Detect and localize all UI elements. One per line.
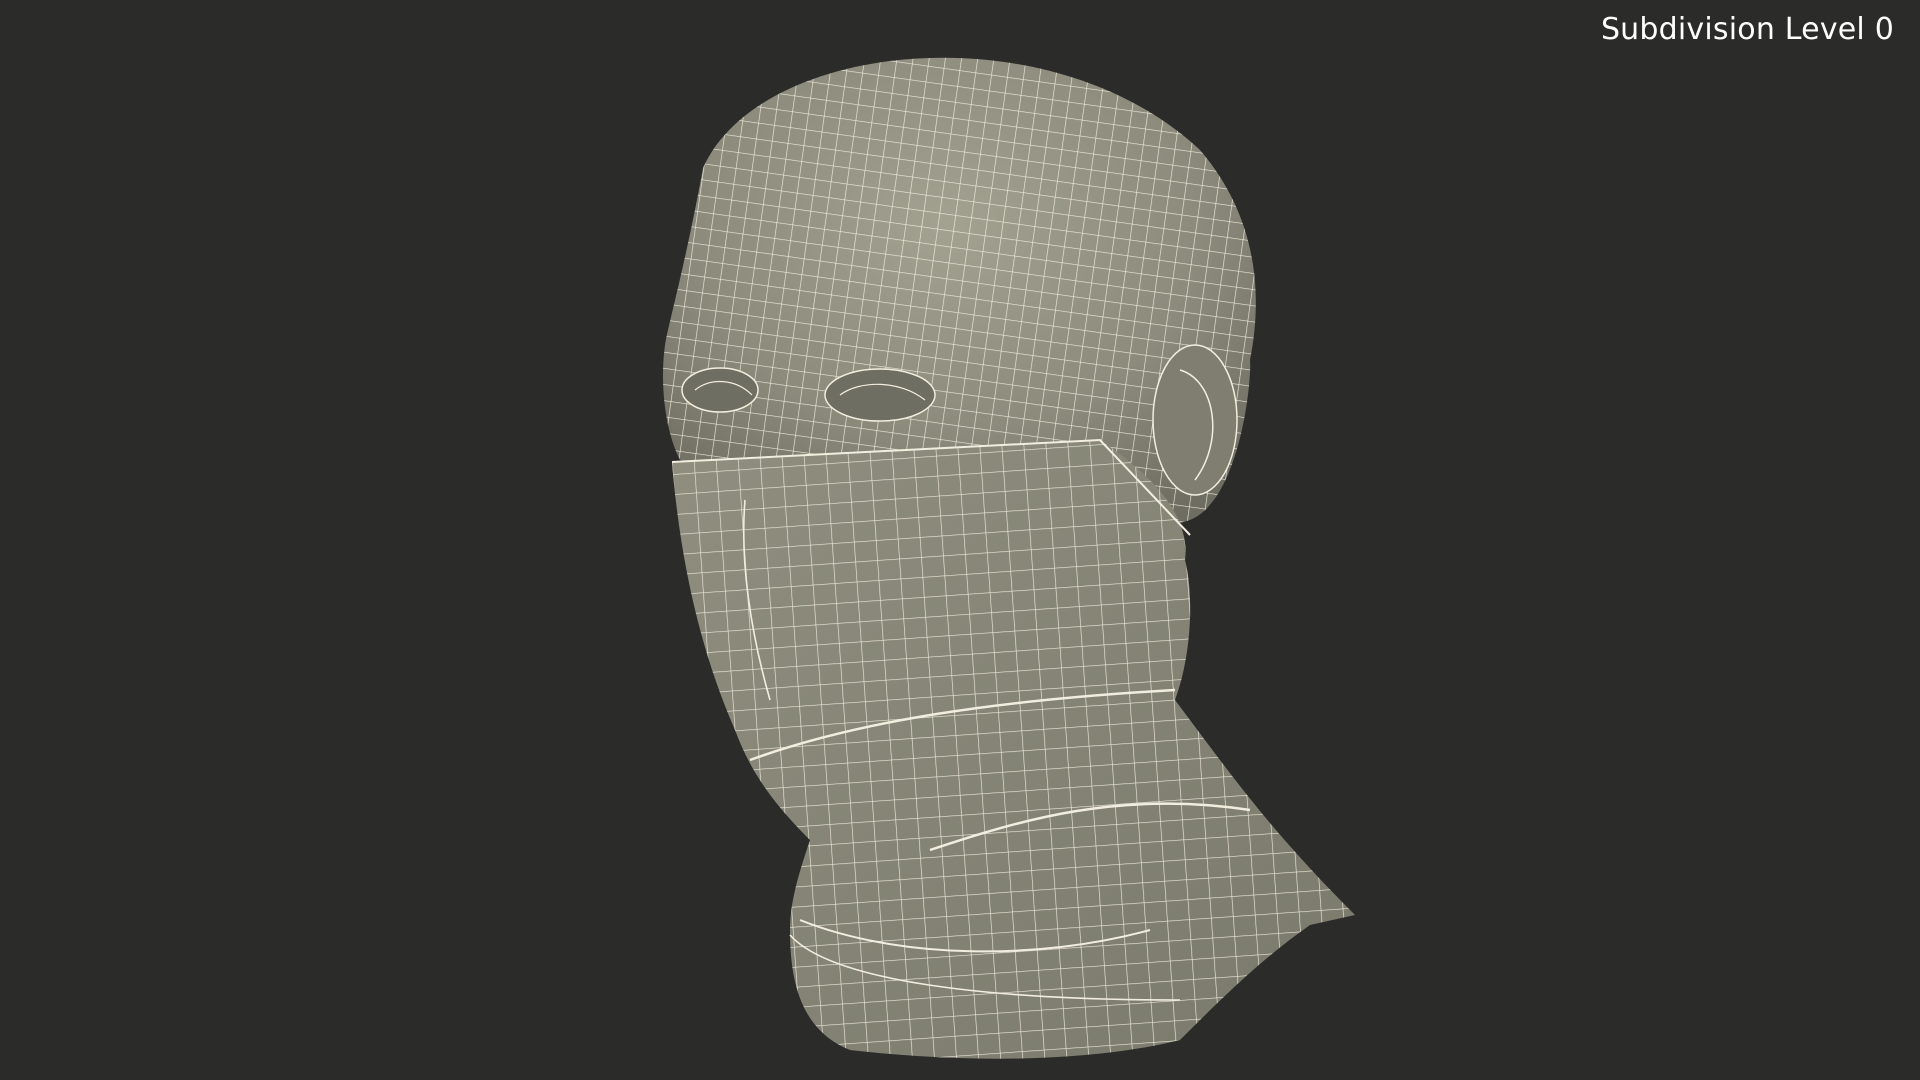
gaiter-mesh: [671, 438, 1355, 1059]
viewport[interactable]: Subdivision Level 0: [0, 0, 1920, 1080]
wireframe-render: [663, 57, 1355, 1059]
subdivision-level-label: Subdivision Level 0: [1600, 12, 1894, 47]
